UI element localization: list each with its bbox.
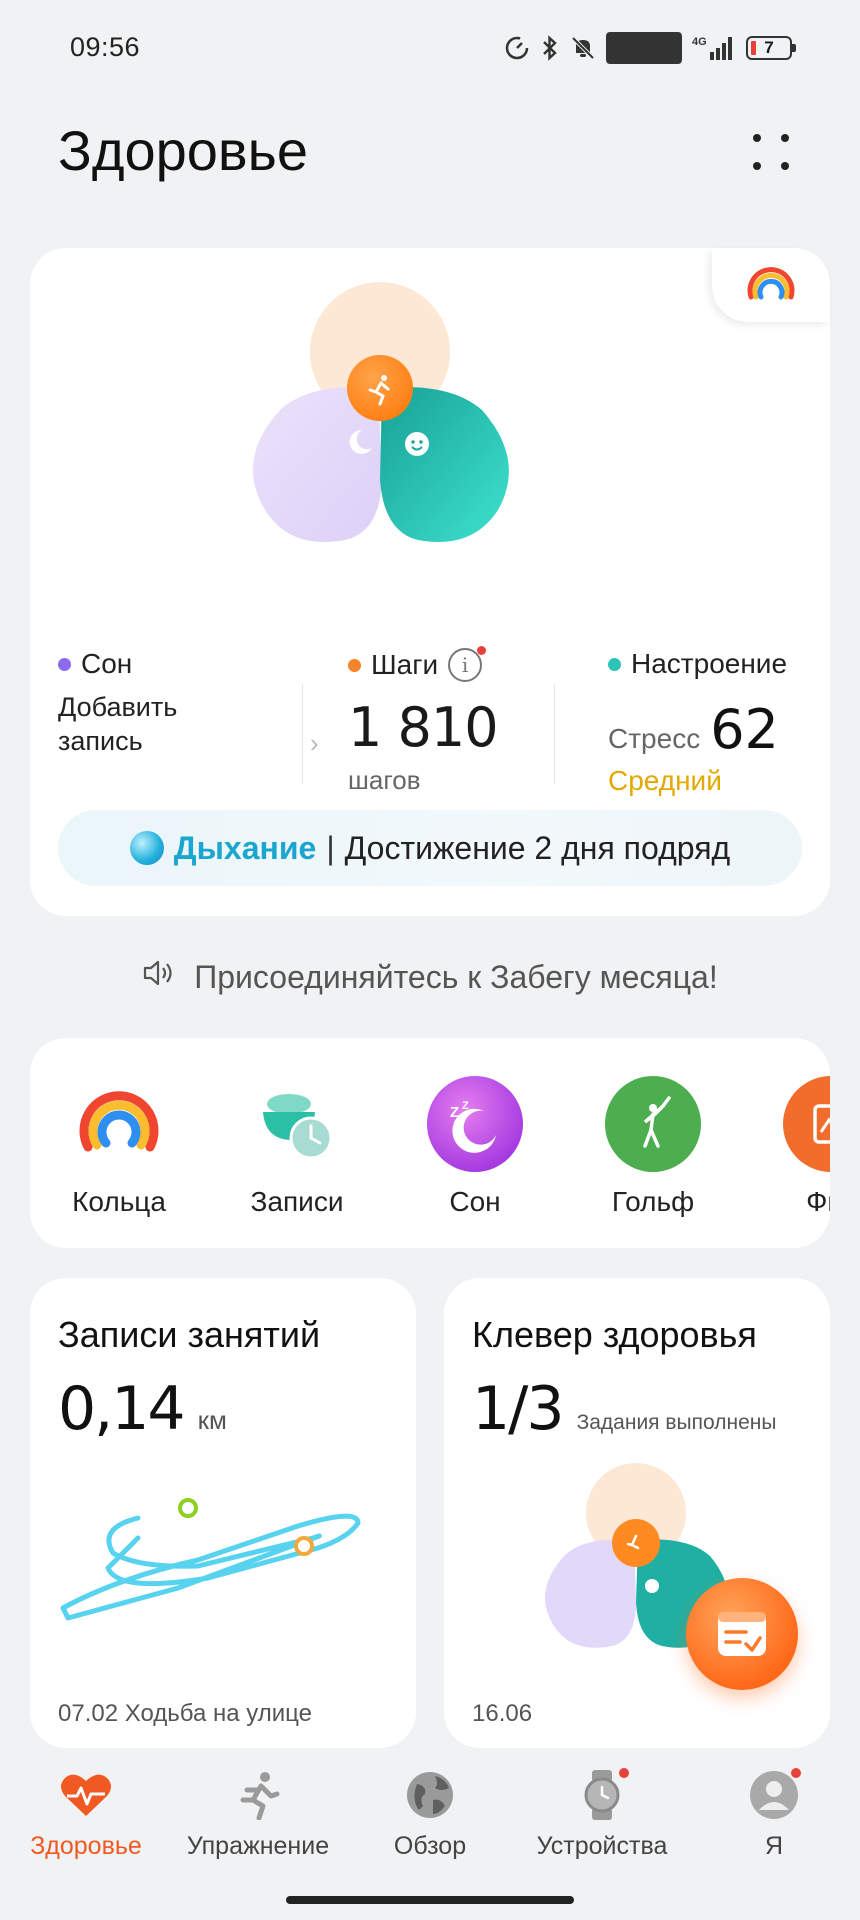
activity-records-title: Записи занятий (58, 1314, 321, 1355)
fitness-icon (783, 1076, 830, 1172)
info-icon[interactable]: i (448, 646, 487, 682)
golf-icon (605, 1076, 701, 1172)
battery-icon: 7 (746, 36, 796, 60)
breathing-text: Достижение 2 дня подряд (344, 829, 731, 866)
nav-health[interactable]: Здоровье (0, 1768, 172, 1861)
notes-check-icon (718, 1612, 766, 1656)
add-record-fab[interactable] (686, 1578, 798, 1690)
sleep-label: Сон (81, 648, 133, 679)
steps-unit: шагов (348, 765, 421, 795)
route-map (60, 1498, 361, 1621)
mood-metric[interactable]: Настроение Стресс 62 Средний (608, 648, 787, 797)
steps-dot (348, 658, 361, 672)
status-icons: VoLTE 4G 7 (504, 30, 796, 66)
avatar-icon (747, 1766, 803, 1822)
bottom-navigation: Здоровье Упражнение Обзор Устройства Я (0, 1750, 860, 1882)
shortcut-label: Сон (449, 1186, 501, 1217)
steps-metric[interactable]: Шаги i 1 810 шагов (348, 646, 499, 796)
bluetooth-icon (540, 34, 560, 62)
breathing-icon (129, 831, 164, 865)
speaker-icon (142, 958, 176, 996)
shortcut-label: Гольф (611, 1186, 695, 1217)
sleep-moon-icon: Z Z (427, 1076, 523, 1172)
activity-rings-icon (71, 1076, 167, 1172)
shortcut-label: Записи (250, 1186, 344, 1217)
running-person-icon (231, 1768, 285, 1822)
tasks-completed-value: 1/3 (472, 1374, 565, 1444)
nav-exercise[interactable]: Упражнение (172, 1768, 344, 1861)
stress-label: Стресс (608, 723, 701, 754)
chevron-right-icon: › (310, 728, 319, 758)
activity-type: Ходьба на улице (124, 1700, 312, 1727)
announcement-text: Присоединяйтесь к Забегу месяца! (194, 958, 718, 995)
records-bowl-clock-icon (249, 1076, 345, 1172)
nav-label: Я (764, 1832, 784, 1860)
announcement[interactable]: Присоединяйтесь к Забегу месяца! (0, 958, 860, 996)
steps-label: Шаги (371, 649, 439, 680)
health-clover-date: 16.06 (472, 1700, 533, 1727)
four-dots-icon[interactable] (745, 126, 801, 182)
mute-icon (570, 35, 596, 61)
add-sleep-record[interactable]: Добавить запись (58, 690, 228, 758)
svg-text:4G: 4G (692, 36, 707, 48)
activity-unit: км (197, 1405, 227, 1435)
divider (554, 684, 555, 784)
route-start-marker (178, 1498, 198, 1518)
nav-label: Здоровье (30, 1832, 142, 1860)
breathing-title: Дыхание (173, 829, 317, 866)
notification-dot (789, 1766, 803, 1780)
health-clover-chart[interactable] (250, 270, 630, 610)
nav-me[interactable]: Я (688, 1766, 860, 1861)
nav-label: Обзор (393, 1832, 467, 1860)
watch-icon (575, 1766, 631, 1822)
shortcut-label: Фит (806, 1186, 830, 1217)
nav-label: Устройства (536, 1832, 668, 1860)
steps-core (347, 355, 413, 421)
steps-value: 1 810 (348, 696, 499, 759)
notification-dot (477, 646, 487, 655)
nav-label: Упражнение (186, 1832, 330, 1860)
breathing-separator: | (326, 829, 335, 866)
health-clover-title: Клевер здоровья (472, 1314, 757, 1355)
activity-distance: 0,14 (58, 1374, 186, 1444)
activity-date: 07.02 (58, 1700, 119, 1727)
smile-icon (405, 432, 429, 456)
breathing-banner[interactable]: Дыхание | Достижение 2 дня подряд (58, 810, 802, 886)
shortcut-sleep[interactable]: Z Z Сон (410, 1076, 540, 1218)
nav-overview[interactable]: Обзор (344, 1768, 516, 1861)
route-end-marker (294, 1536, 314, 1556)
sleep-dot (58, 657, 71, 671)
globe-icon (403, 1768, 457, 1822)
activity-rings-icon[interactable] (712, 248, 830, 322)
volte-icon: VoLTE (605, 32, 682, 64)
status-time: 09:56 (70, 32, 141, 62)
stress-value: 62 (710, 698, 779, 761)
data-saver-icon (504, 35, 530, 61)
health-summary-card[interactable]: Сон Добавить запись › Шаги i 1 810 шагов… (30, 248, 830, 916)
svg-text:Z: Z (462, 1100, 469, 1112)
signal-4g-icon: 4G (692, 34, 736, 62)
shortcut-label: Кольца (72, 1186, 166, 1217)
activity-records-card[interactable]: Записи занятий 0,14 км 07.02 Ходьба на у… (30, 1278, 416, 1748)
shortcuts-card: Кольца Записи Z Z Сон Гольф Ф (30, 1038, 830, 1248)
heart-pulse-icon (59, 1768, 113, 1822)
notification-dot (617, 1766, 631, 1780)
shortcut-fitness[interactable]: Фит (766, 1076, 830, 1218)
tasks-completed-caption: Задания выполнены (576, 1411, 777, 1434)
nav-devices[interactable]: Устройства (516, 1766, 688, 1861)
sleep-metric[interactable]: Сон Добавить запись › (58, 648, 319, 758)
mood-dot (608, 657, 621, 671)
mood-label: Настроение (631, 648, 788, 679)
divider (302, 684, 303, 784)
shortcut-records[interactable]: Записи (232, 1076, 362, 1218)
shortcut-golf[interactable]: Гольф (588, 1076, 718, 1218)
status-bar: 09:56 VoLTE 4G 7 (0, 0, 860, 96)
shortcut-rings[interactable]: Кольца (54, 1076, 184, 1218)
svg-text:Z: Z (450, 1104, 459, 1121)
stress-level: Средний (608, 765, 722, 796)
page-title: Здоровье (58, 119, 309, 182)
home-indicator[interactable] (286, 1896, 574, 1904)
